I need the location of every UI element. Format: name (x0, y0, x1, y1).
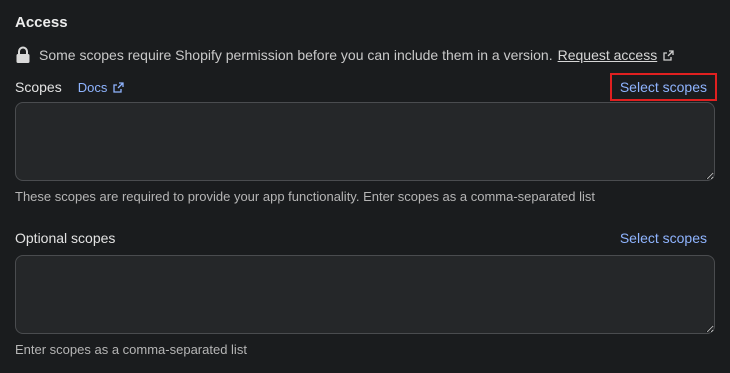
access-section-title: Access (15, 14, 68, 31)
notice-text: Some scopes require Shopify permission b… (39, 47, 553, 63)
optional-scopes-input[interactable] (15, 255, 715, 334)
optional-scopes-label-row: Optional scopes Select scopes (15, 226, 715, 250)
docs-link[interactable]: Docs (78, 80, 125, 95)
permission-notice: Some scopes require Shopify permission b… (15, 46, 674, 64)
external-link-icon[interactable] (113, 81, 124, 93)
lock-icon (16, 46, 30, 63)
external-link-icon[interactable] (663, 49, 674, 61)
optional-scopes-label: Optional scopes (15, 230, 116, 246)
select-scopes-button[interactable]: Select scopes (609, 73, 718, 101)
scopes-label: Scopes (15, 79, 62, 95)
request-access-link[interactable]: Request access (558, 47, 658, 63)
docs-link-label[interactable]: Docs (78, 80, 108, 95)
select-optional-scopes-button[interactable]: Select scopes (612, 226, 715, 250)
optional-scopes-help-text: Enter scopes as a comma-separated list (15, 342, 247, 357)
scopes-input[interactable] (15, 102, 715, 181)
scopes-help-text: These scopes are required to provide you… (15, 189, 596, 204)
scopes-label-row: Scopes Docs Select scopes (15, 73, 718, 101)
